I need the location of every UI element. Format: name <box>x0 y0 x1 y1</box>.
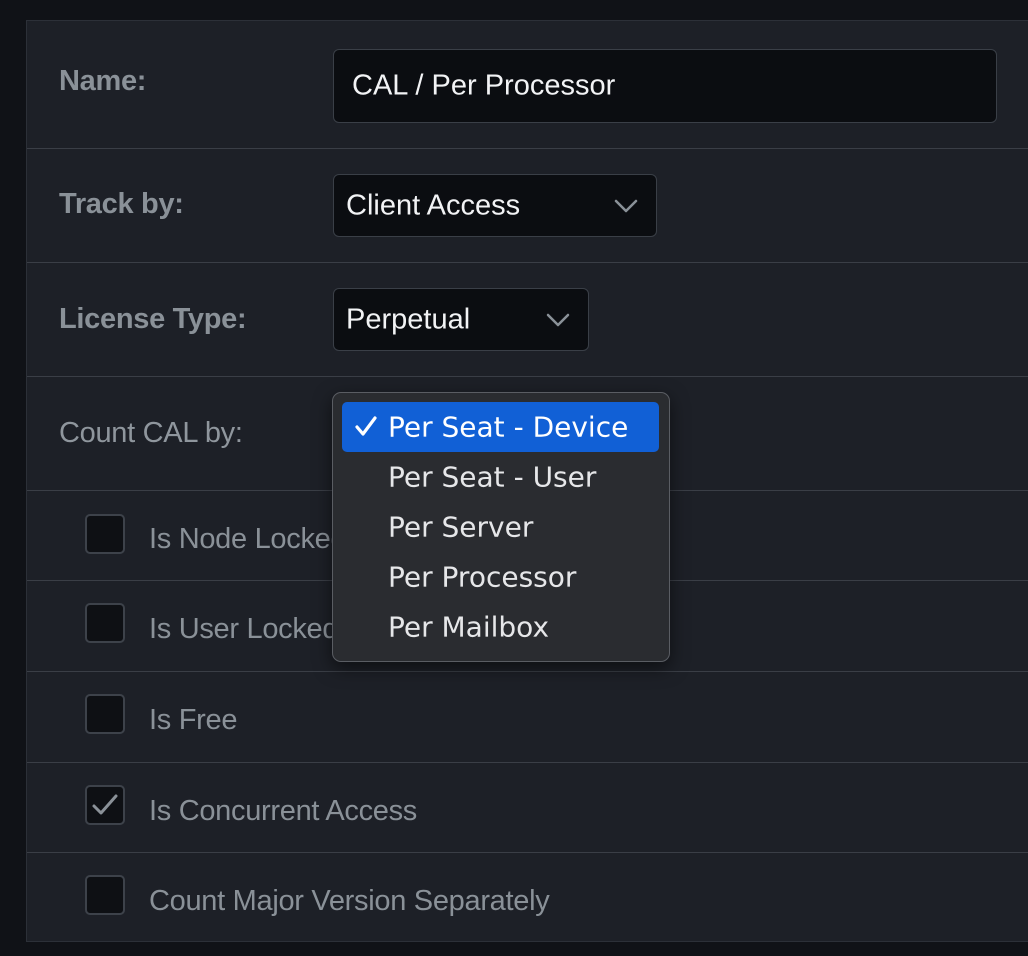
menu-option-label: Per Server <box>388 510 534 544</box>
checkbox-row-concurrent-access[interactable]: Is Concurrent Access <box>27 763 1028 853</box>
chevron-down-icon <box>546 313 570 326</box>
menu-option-per-server[interactable]: Per Server <box>342 502 659 552</box>
count-cal-by-dropdown-menu: Per Seat - Device Per Seat - User Per Se… <box>332 392 670 662</box>
menu-option-label: Per Mailbox <box>388 610 550 644</box>
checkmark-icon <box>92 794 118 815</box>
name-input-value: CAL / Per Processor <box>352 69 616 102</box>
license-type-label: License Type: <box>59 303 247 335</box>
node-locked-label: Is Node Locked <box>149 523 347 555</box>
concurrent-access-checkbox[interactable] <box>85 785 125 825</box>
user-locked-checkbox[interactable] <box>85 603 125 643</box>
checkmark-icon <box>355 416 377 436</box>
free-label: Is Free <box>149 704 238 736</box>
major-version-checkbox[interactable] <box>85 875 125 915</box>
checkbox-row-major-version[interactable]: Count Major Version Separately <box>27 853 1028 941</box>
name-label: Name: <box>59 65 147 97</box>
name-row: Name: CAL / Per Processor <box>27 21 1028 149</box>
menu-option-label: Per Seat - User <box>388 460 597 494</box>
menu-option-per-seat-device[interactable]: Per Seat - Device <box>342 402 659 452</box>
license-type-value: Perpetual <box>346 303 471 335</box>
user-locked-label: Is User Locked <box>149 613 339 645</box>
count-cal-by-label: Count CAL by: <box>59 417 243 449</box>
license-type-row: License Type: Perpetual <box>27 263 1028 377</box>
menu-option-label: Per Processor <box>388 560 577 594</box>
menu-option-per-seat-user[interactable]: Per Seat - User <box>342 452 659 502</box>
node-locked-checkbox[interactable] <box>85 514 125 554</box>
concurrent-access-label: Is Concurrent Access <box>149 795 417 827</box>
menu-option-per-mailbox[interactable]: Per Mailbox <box>342 602 659 652</box>
free-checkbox[interactable] <box>85 694 125 734</box>
menu-option-label: Per Seat - Device <box>388 410 629 444</box>
track-by-row: Track by: Client Access <box>27 149 1028 263</box>
license-type-select[interactable]: Perpetual <box>333 288 589 351</box>
major-version-label: Count Major Version Separately <box>149 885 550 917</box>
checkbox-row-free[interactable]: Is Free <box>27 672 1028 763</box>
name-input[interactable]: CAL / Per Processor <box>333 49 997 123</box>
chevron-down-icon <box>614 199 638 212</box>
track-by-select[interactable]: Client Access <box>333 174 657 237</box>
track-by-label: Track by: <box>59 188 184 220</box>
track-by-value: Client Access <box>346 189 521 221</box>
menu-option-per-processor[interactable]: Per Processor <box>342 552 659 602</box>
